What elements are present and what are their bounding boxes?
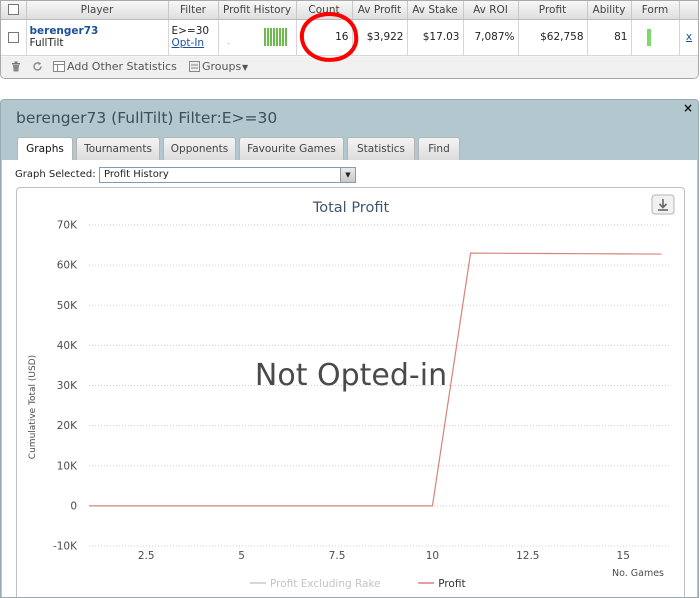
remove-row-link[interactable]: x	[686, 31, 692, 43]
column-header-av-profit[interactable]: Av Profit	[352, 1, 408, 20]
y-tick-label: 10K	[57, 460, 78, 472]
tab-favourite-games[interactable]: Favourite Games	[239, 137, 344, 160]
column-header-count[interactable]: Count	[296, 1, 353, 20]
column-header-profit[interactable]: Profit	[518, 1, 588, 20]
tab-opponents[interactable]: Opponents	[163, 137, 236, 160]
close-icon[interactable]: ×	[683, 101, 693, 115]
form-indicator	[646, 28, 651, 46]
player-cell: berenger73 FullTilt	[26, 19, 169, 56]
profit-value: $62,758	[518, 19, 588, 56]
y-tick-label: 70K	[57, 220, 78, 232]
tab-statistics[interactable]: Statistics	[347, 137, 415, 160]
graph-select-value: Profit History	[104, 169, 169, 180]
x-tick-label: 12.5	[516, 550, 539, 562]
row-select-cell[interactable]	[1, 19, 27, 56]
ability-value: 81	[587, 19, 632, 56]
column-header-profit-history[interactable]: Profit History	[218, 1, 297, 20]
chart-legend[interactable]: Profit Excluding Rake Profit	[250, 578, 466, 590]
player-stats-dialog: berenger73 (FullTilt) Filter:E>=30 × Gra…	[0, 99, 699, 598]
profit-history-cell: .	[218, 19, 297, 56]
groups-dropdown-icon[interactable]: ▼	[242, 63, 248, 72]
dialog-title: berenger73 (FullTilt) Filter:E>=30	[16, 109, 278, 127]
table-header-row: Player Filter Profit History Count Av Pr…	[1, 1, 698, 20]
y-tick-label: 0	[70, 500, 77, 512]
remove-cell: x	[679, 19, 698, 56]
trash-icon[interactable]	[9, 61, 23, 75]
graphs-tab-panel: Graph Selected: Profit History ▼ Total P…	[2, 160, 697, 597]
y-tick-label: 30K	[57, 380, 78, 392]
groups-icon[interactable]	[187, 61, 201, 75]
refresh-icon[interactable]	[30, 61, 44, 75]
tab-tournaments[interactable]: Tournaments	[76, 137, 160, 160]
x-tick-label: 5	[238, 550, 245, 562]
column-header-form[interactable]: Form	[631, 1, 680, 20]
tab-find[interactable]: Find	[418, 137, 460, 160]
column-header-remove	[679, 1, 698, 20]
av-roi-value: 7,087%	[463, 19, 519, 56]
player-list-panel: Player Filter Profit History Count Av Pr…	[0, 0, 699, 79]
x-axis-label: No. Games	[612, 568, 664, 579]
legend-item-profit-excluding-rake[interactable]: Profit Excluding Rake	[270, 578, 381, 590]
filter-value: E>=30	[171, 25, 210, 37]
y-tick-label: 60K	[57, 260, 78, 272]
y-tick-label: -10K	[53, 541, 78, 553]
y-axis-label: Cumulative Total (USD)	[28, 355, 38, 459]
column-header-av-roi[interactable]: Av ROI	[463, 1, 519, 20]
x-axis-ticks: 2.5 5 7.5 10 12.5 15	[138, 550, 630, 562]
add-statistics-icon[interactable]	[52, 61, 66, 75]
column-header-filter[interactable]: Filter	[168, 1, 219, 20]
add-other-statistics-button[interactable]: Add Other Statistics	[67, 60, 177, 73]
av-stake-value: $17.03	[407, 19, 464, 56]
count-value: 16	[296, 19, 353, 56]
table-toolbar: Add Other Statistics Groups ▼	[1, 57, 698, 78]
x-tick-label: 2.5	[138, 550, 155, 562]
legend-item-profit[interactable]: Profit	[438, 578, 465, 590]
player-table: Player Filter Profit History Count Av Pr…	[1, 1, 698, 56]
select-all-checkbox[interactable]	[7, 4, 19, 16]
profit-chart: Total Profit -10K010K20K30K40K50K60K70K …	[28, 194, 675, 590]
y-tick-label: 20K	[57, 420, 78, 432]
profit-history-sparkline	[264, 28, 288, 46]
table-row[interactable]: berenger73 FullTilt E>=30 Opt-In . 16 $3…	[1, 19, 698, 56]
player-name-link[interactable]: berenger73	[30, 25, 165, 37]
column-header-ability[interactable]: Ability	[587, 1, 632, 20]
x-tick-label: 10	[426, 550, 439, 562]
x-tick-label: 15	[617, 550, 630, 562]
not-opted-in-overlay: Not Opted-in	[255, 358, 447, 393]
row-checkbox[interactable]	[7, 31, 19, 43]
select-all-header[interactable]	[1, 1, 27, 20]
groups-button[interactable]: Groups	[202, 60, 241, 73]
column-header-player[interactable]: Player	[26, 1, 169, 20]
y-tick-label: 40K	[57, 340, 78, 352]
graph-select-dropdown[interactable]: Profit History ▼	[99, 167, 356, 183]
av-profit-value: $3,922	[352, 19, 408, 56]
tab-graphs[interactable]: Graphs	[17, 137, 73, 161]
column-header-av-stake[interactable]: Av Stake	[407, 1, 464, 20]
x-tick-label: 7.5	[329, 550, 346, 562]
form-cell	[631, 19, 680, 56]
graph-selected-label: Graph Selected:	[15, 169, 96, 180]
chevron-down-icon[interactable]: ▼	[340, 168, 355, 182]
y-axis-ticks: -10K 0 10K 20K 30K 40K 50K 60K 70K	[53, 220, 78, 553]
chart-title: Total Profit	[312, 200, 390, 216]
opt-in-link[interactable]: Opt-In	[172, 37, 215, 49]
filter-cell: E>=30 Opt-In	[168, 19, 219, 56]
player-site: FullTilt	[29, 37, 64, 49]
download-icon[interactable]	[651, 194, 675, 215]
y-tick-label: 50K	[57, 300, 78, 312]
chart-container: Total Profit -10K 0 10K 20K 30K 40K 50K 60K 70K …	[16, 187, 685, 597]
